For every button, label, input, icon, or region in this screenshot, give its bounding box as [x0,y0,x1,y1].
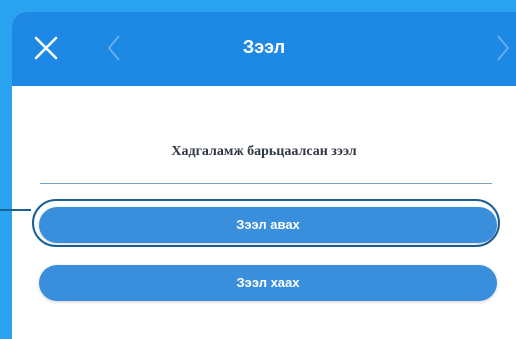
divider [40,183,492,184]
close-loan-button[interactable]: Зээл хаах [39,265,497,301]
forward-button[interactable] [486,32,516,64]
content-area: Хадгаламж барьцаалсан зээл Зээл авах Зээ… [12,86,516,339]
page-title: Зээл [242,37,286,57]
section-title: Хадгаламж барьцаалсан зээл [171,144,357,159]
annotation-pointer-line [0,209,31,211]
app-window: Зээл Хадгаламж барьцаалсан зээл Зээл ава… [12,12,516,339]
chevron-right-icon [497,35,510,61]
take-loan-button[interactable]: Зээл авах [39,207,497,243]
header-bar: Зээл [12,12,516,86]
